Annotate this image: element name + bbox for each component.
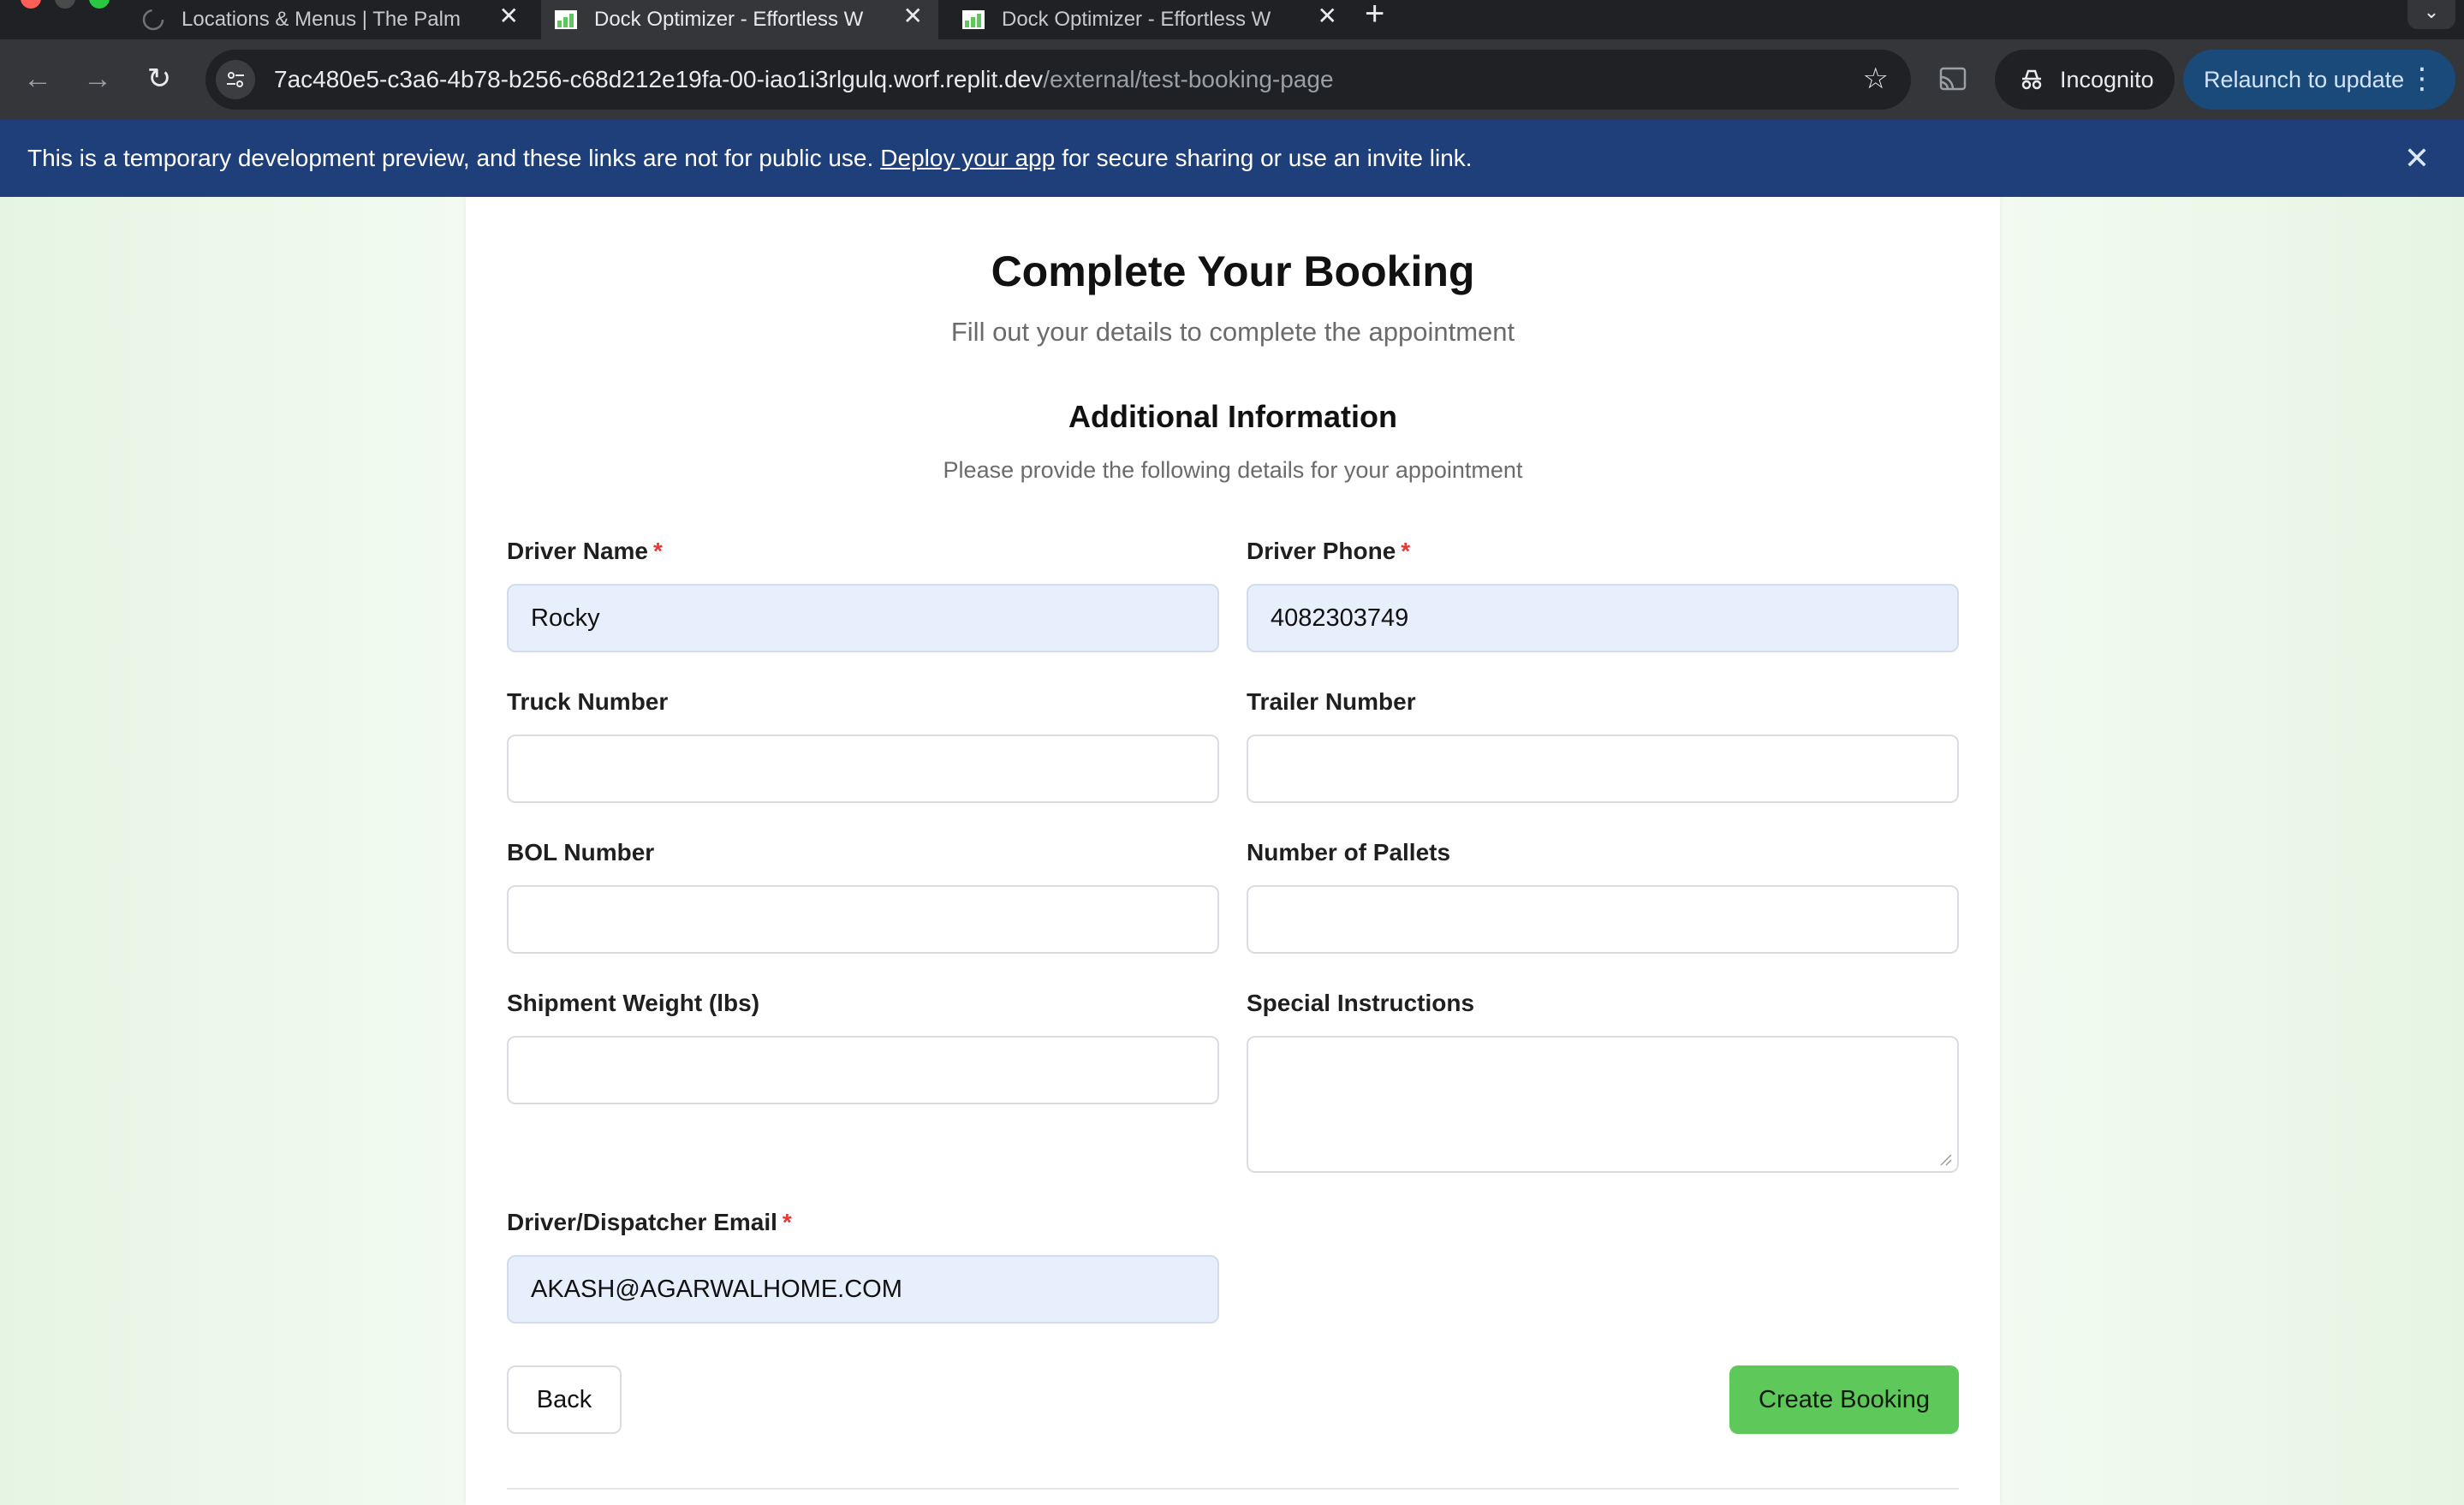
dock-optimizer-favicon-icon xyxy=(962,10,985,29)
browser-tab-1[interactable]: Locations & Menus | The Palm ✕ xyxy=(128,0,534,39)
special-instructions-label: Special Instructions xyxy=(1247,990,1475,1016)
bol-number-input[interactable] xyxy=(507,885,1219,954)
address-bar[interactable]: 7ac480e5-c3a6-4b78-b256-c68d212e19fa-00-… xyxy=(205,50,1911,110)
close-tab-icon[interactable]: ✕ xyxy=(499,2,519,30)
reload-icon[interactable]: ↻ xyxy=(135,55,183,103)
tab-search-icon[interactable]: ⌄ xyxy=(2407,0,2455,29)
page-subtitle: Fill out your details to complete the ap… xyxy=(950,317,1515,347)
maximize-window-button[interactable] xyxy=(89,0,110,9)
special-instructions-textarea[interactable] xyxy=(1247,1036,1959,1173)
driver-phone-value: 4082303749 xyxy=(1271,604,1409,632)
close-tab-icon[interactable]: ✕ xyxy=(903,2,923,30)
close-tab-icon[interactable]: ✕ xyxy=(1318,2,1337,30)
page-title: Complete Your Booking xyxy=(991,247,1475,295)
driver-phone-label-text: Driver Phone xyxy=(1247,538,1396,564)
truck-number-label: Truck Number xyxy=(507,688,669,715)
driver-name-value: Rocky xyxy=(531,604,600,632)
browser-tab-2[interactable]: Dock Optimizer - Effortless W ✕ xyxy=(541,0,938,39)
url-text: 7ac480e5-c3a6-4b78-b256-c68d212e19fa-00-… xyxy=(274,66,1334,93)
dev-preview-banner: This is a temporary development preview,… xyxy=(0,120,2464,197)
back-arrow-icon[interactable]: ← xyxy=(14,55,62,103)
email-label: Driver/Dispatcher Email * xyxy=(507,1209,792,1236)
new-tab-icon[interactable]: + xyxy=(1365,0,1384,33)
email-input[interactable]: AKASH@AGARWALHOME.COM xyxy=(507,1255,1219,1324)
resize-grip-icon[interactable] xyxy=(1938,1152,1952,1166)
create-booking-button[interactable]: Create Booking xyxy=(1729,1365,1959,1434)
section-subtitle: Please provide the following details for… xyxy=(943,457,1523,483)
driver-name-label: Driver Name * xyxy=(507,538,663,565)
close-window-button[interactable] xyxy=(21,0,41,9)
loading-icon xyxy=(142,9,164,31)
required-marker: * xyxy=(652,538,663,564)
tab-title: Dock Optimizer - Effortless W xyxy=(1002,8,1271,31)
incognito-icon xyxy=(2021,69,2042,90)
divider xyxy=(507,1488,1959,1490)
booking-form-card: Complete Your Booking Fill out your deta… xyxy=(466,197,2000,1505)
back-button[interactable]: Back xyxy=(507,1365,622,1434)
cast-icon[interactable] xyxy=(1937,63,1969,96)
relaunch-to-update-button[interactable]: Relaunch to update ⋮ xyxy=(2183,50,2455,110)
required-marker: * xyxy=(782,1209,792,1235)
tab-title: Locations & Menus | The Palm xyxy=(182,8,461,31)
email-label-text: Driver/Dispatcher Email xyxy=(507,1209,777,1235)
url-path: /external/test-booking-page xyxy=(1043,66,1334,92)
bookmark-star-icon[interactable]: ☆ xyxy=(1863,62,1889,96)
deploy-app-link[interactable]: Deploy your app xyxy=(880,145,1055,172)
shipment-weight-label: Shipment Weight (lbs) xyxy=(507,990,760,1016)
truck-number-input[interactable] xyxy=(507,735,1219,803)
browser-tab-3[interactable]: Dock Optimizer - Effortless W ✕ xyxy=(949,0,1353,39)
driver-name-label-text: Driver Name xyxy=(507,538,648,564)
incognito-indicator[interactable]: Incognito xyxy=(1995,50,2175,110)
bol-number-label: BOL Number xyxy=(507,839,655,866)
site-info-icon[interactable] xyxy=(216,60,255,99)
relaunch-label: Relaunch to update xyxy=(2204,66,2405,92)
forward-arrow-icon[interactable]: → xyxy=(74,55,122,103)
incognito-label: Incognito xyxy=(2060,66,2154,92)
driver-phone-label: Driver Phone * xyxy=(1247,538,1410,565)
section-title: Additional Information xyxy=(1068,399,1397,434)
close-banner-icon[interactable]: ✕ xyxy=(2404,140,2430,176)
minimize-window-button[interactable] xyxy=(55,0,75,9)
banner-text: This is a temporary development preview,… xyxy=(27,145,874,171)
url-host: 7ac480e5-c3a6-4b78-b256-c68d212e19fa-00-… xyxy=(274,66,1044,92)
tab-title: Dock Optimizer - Effortless W xyxy=(594,8,864,31)
number-of-pallets-input[interactable] xyxy=(1247,885,1959,954)
trailer-number-input[interactable] xyxy=(1247,735,1959,803)
more-menu-icon[interactable]: ⋮ xyxy=(2407,62,2437,96)
email-value: AKASH@AGARWALHOME.COM xyxy=(531,1275,902,1303)
trailer-number-label: Trailer Number xyxy=(1247,688,1416,715)
browser-tab-bar: Locations & Menus | The Palm ✕ Dock Opti… xyxy=(0,0,2464,39)
required-marker: * xyxy=(1401,538,1411,564)
number-of-pallets-label: Number of Pallets xyxy=(1247,839,1451,866)
page-background: Complete Your Booking Fill out your deta… xyxy=(0,197,2464,1505)
driver-phone-input[interactable]: 4082303749 xyxy=(1247,584,1959,652)
banner-text-after: for secure sharing or use an invite link… xyxy=(1062,145,1473,171)
driver-name-input[interactable]: Rocky xyxy=(507,584,1219,652)
dock-optimizer-favicon-icon xyxy=(555,10,577,29)
browser-toolbar: ← → ↻ 7ac480e5-c3a6-4b78-b256-c68d212e19… xyxy=(0,39,2464,120)
shipment-weight-input[interactable] xyxy=(507,1036,1219,1104)
